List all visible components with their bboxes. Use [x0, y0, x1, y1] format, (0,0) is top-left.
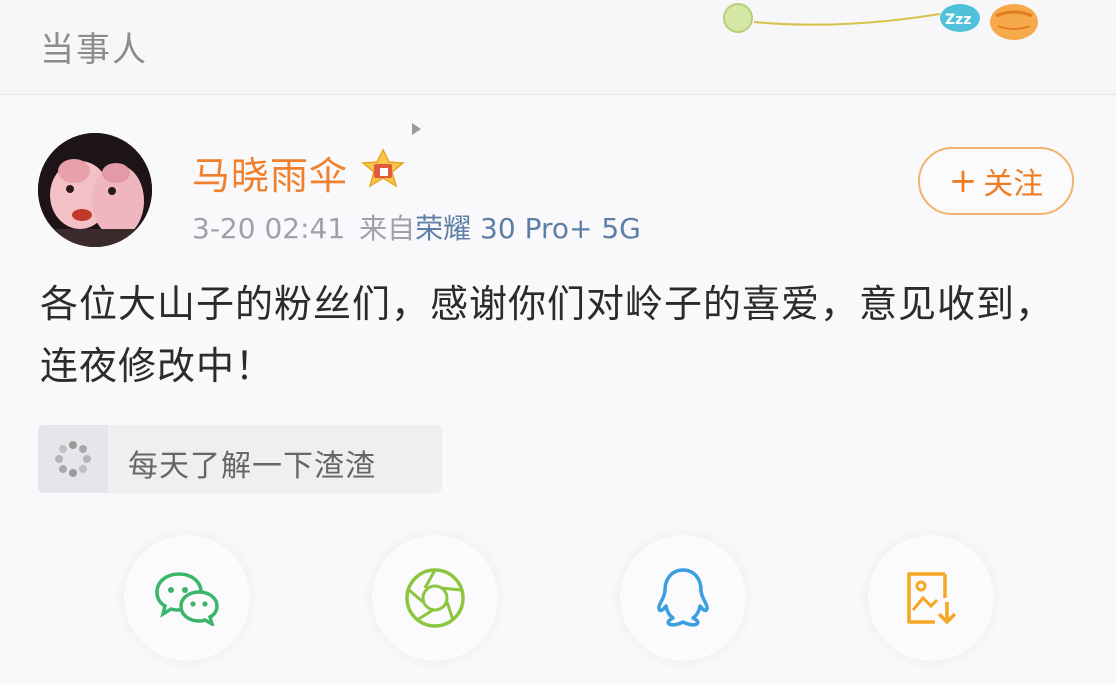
page-title: 当事人 [40, 30, 148, 70]
follow-label: 关注 [983, 167, 1044, 202]
share-save-image-button[interactable] [868, 535, 994, 661]
share-wechat-button[interactable] [124, 535, 250, 661]
save-image-icon [907, 572, 957, 624]
moments-icon [405, 568, 465, 628]
weibo-post-card: 马晓雨伞 3-20 02:41 来自荣耀 30 Pro+ 5G + 关注 各位大山… [0, 95, 1116, 684]
vip-badge-icon [361, 148, 405, 188]
avatar-image [38, 133, 152, 247]
sleeping-cat-decoration: Zzz [723, 3, 1038, 40]
qq-icon [657, 568, 709, 627]
avatar[interactable] [38, 133, 152, 247]
share-moments-button[interactable] [372, 535, 498, 661]
source-prefix: 来自 [359, 212, 416, 245]
username[interactable]: 马晓雨伞 [192, 145, 348, 200]
topic-label: 每天了解一下渣渣 [128, 449, 376, 484]
page-header: 当事人 Zzz [0, 0, 1116, 95]
topic-link[interactable]: 每天了解一下渣渣 [38, 425, 442, 493]
post-timestamp: 3-20 02:41 [192, 212, 346, 245]
topic-arrow-icon [412, 123, 421, 135]
post-text: 各位大山子的粉丝们，感谢你们对岭子的喜爱，意见收到，连夜修改中！ [40, 282, 1055, 388]
device-source-link[interactable]: 荣耀 30 Pro+ 5G [415, 212, 641, 245]
post-meta: 3-20 02:41 来自荣耀 30 Pro+ 5G [192, 207, 641, 247]
plus-icon: + [948, 161, 978, 201]
wechat-icon [155, 572, 219, 626]
topic-icon-box [38, 425, 108, 493]
zzz-label: Zzz [945, 12, 971, 28]
follow-button[interactable]: + 关注 [918, 147, 1074, 215]
share-qq-button[interactable] [620, 535, 746, 661]
topic-loading-icon [55, 441, 91, 477]
